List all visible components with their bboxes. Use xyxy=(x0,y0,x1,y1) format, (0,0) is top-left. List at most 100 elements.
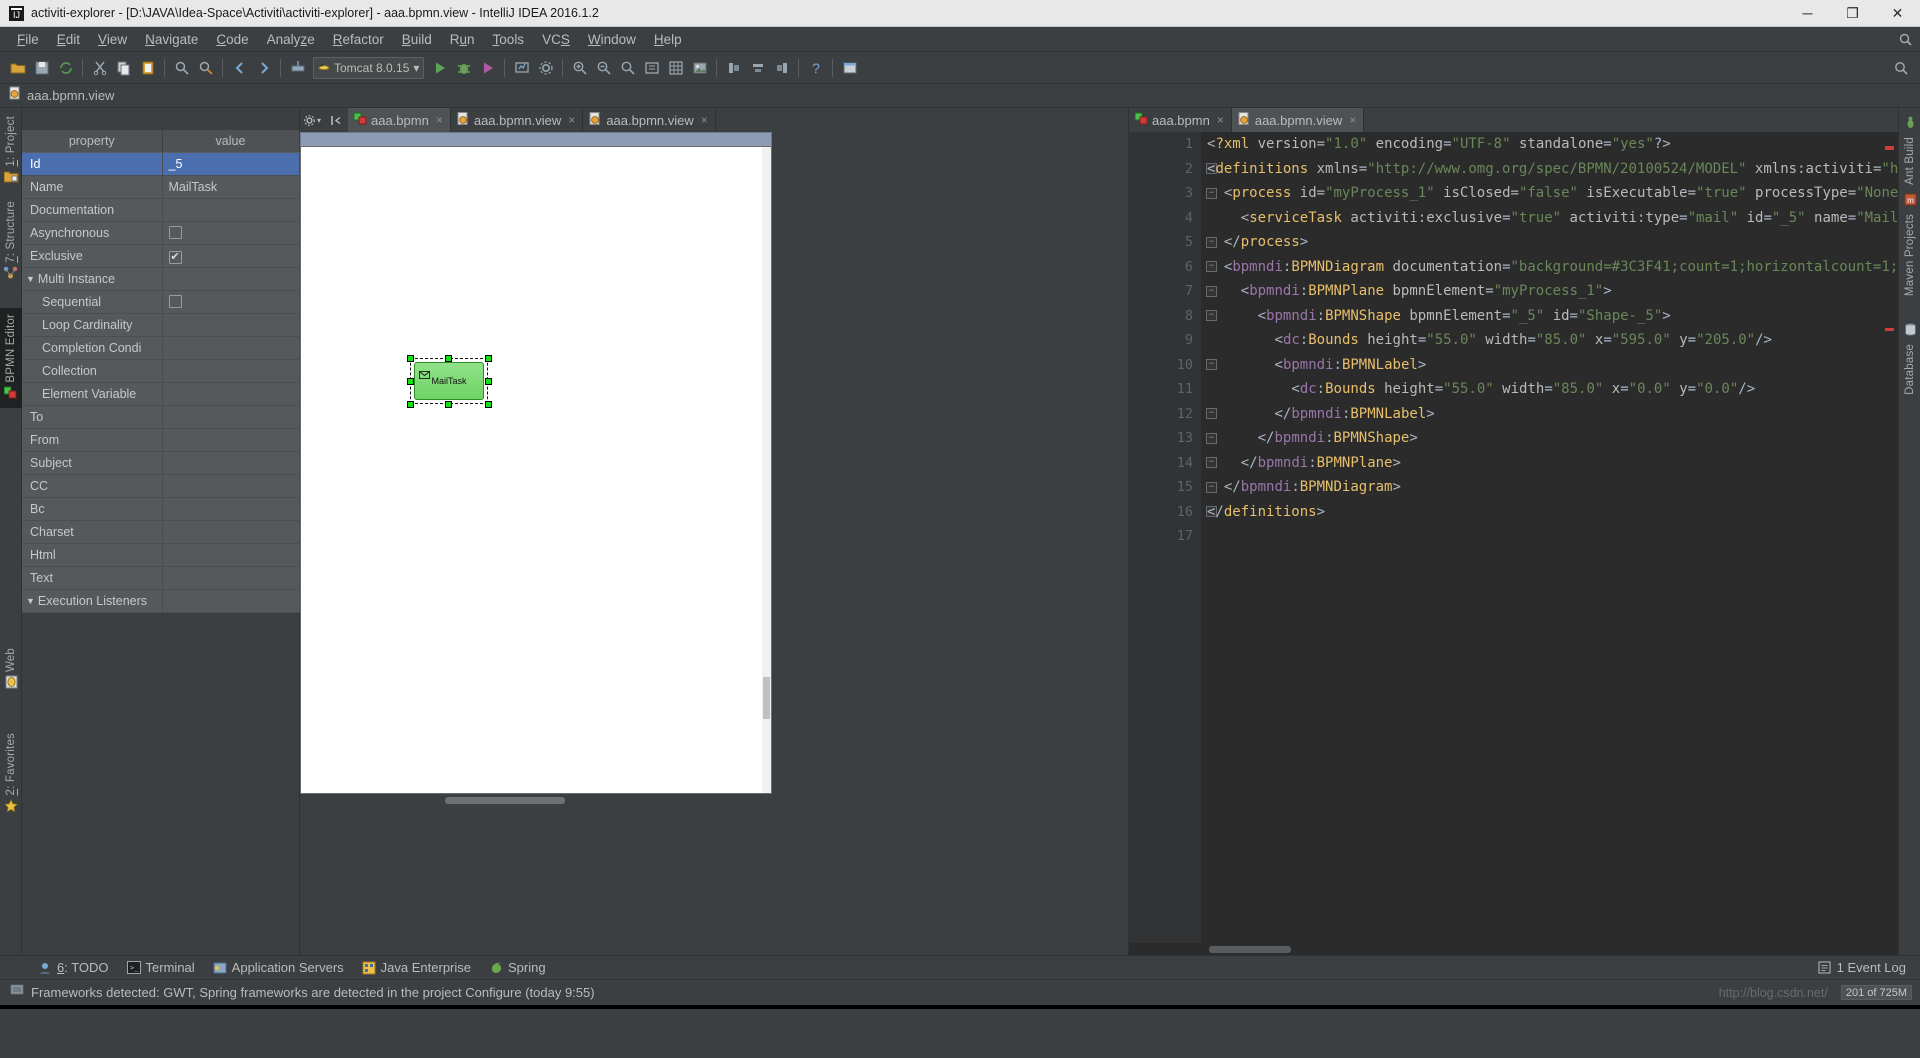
property-value-cell[interactable]: _5 xyxy=(162,152,299,175)
editor-tab[interactable]: aaa.bpmn× xyxy=(1129,108,1232,132)
property-value-cell[interactable] xyxy=(162,566,299,589)
resize-handle-e[interactable] xyxy=(485,378,492,385)
line-number[interactable]: 16− xyxy=(1129,500,1201,525)
sidebar-item-structure[interactable]: 7: Structure xyxy=(0,201,22,284)
line-number[interactable]: 9 xyxy=(1129,328,1201,353)
code-line[interactable]: <?xml version="1.0" encoding="UTF-8" sta… xyxy=(1201,132,1898,157)
canvas-vertical-scrollbar[interactable] xyxy=(762,147,771,793)
sidebar-item-maven-projects[interactable]: m Maven Projects xyxy=(1899,193,1920,296)
menu-analyze[interactable]: Analyze xyxy=(258,30,324,49)
collapse-panel-icon[interactable] xyxy=(324,108,348,132)
property-row[interactable]: Html xyxy=(22,543,299,566)
xml-horizontal-scroll-thumb[interactable] xyxy=(1209,946,1291,953)
status-message[interactable]: Frameworks detected: GWT, Spring framewo… xyxy=(31,985,595,1000)
breadcrumb-file-label[interactable]: aaa.bpmn.view xyxy=(27,88,114,103)
property-row[interactable]: ▼Multi Instance xyxy=(22,267,299,290)
attach-profiler-icon[interactable] xyxy=(510,56,533,80)
resize-handle-s[interactable] xyxy=(445,401,452,408)
line-number[interactable]: 2− xyxy=(1129,157,1201,182)
zoom-in-icon[interactable] xyxy=(568,56,591,80)
property-row[interactable]: ▼Execution Listeners xyxy=(22,589,299,612)
code-line[interactable]: </definitions> xyxy=(1201,500,1898,525)
line-number[interactable]: 17 xyxy=(1129,524,1201,549)
property-row[interactable]: From xyxy=(22,428,299,451)
memory-indicator[interactable]: 201 of 725M xyxy=(1841,985,1912,1000)
canvas-vertical-scroll-thumb[interactable] xyxy=(763,677,770,719)
fit-content-icon[interactable] xyxy=(640,56,663,80)
menu-refactor[interactable]: Refactor xyxy=(324,30,393,49)
run-configuration-selector[interactable]: Tomcat 8.0.15 ▾ xyxy=(313,57,424,79)
checkbox-sequential[interactable] xyxy=(169,295,182,308)
run-coverage-button[interactable] xyxy=(476,56,499,80)
settings-gear-icon[interactable]: ▾ xyxy=(300,108,324,132)
sync-refresh-icon[interactable] xyxy=(54,56,77,80)
sidebar-item-bpmn-editor[interactable]: BPMN Editor xyxy=(0,308,22,408)
canvas-horizontal-scroll-thumb[interactable] xyxy=(445,797,565,804)
minimize-button[interactable]: ─ xyxy=(1785,0,1830,27)
property-value-cell[interactable] xyxy=(162,313,299,336)
line-number[interactable]: 12− xyxy=(1129,402,1201,427)
line-number[interactable]: 7− xyxy=(1129,279,1201,304)
xml-code-area[interactable]: <?xml version="1.0" encoding="UTF-8" sta… xyxy=(1201,132,1898,943)
bpmn-canvas[interactable]: MailTask xyxy=(300,146,772,794)
menu-file[interactable]: File xyxy=(8,30,48,49)
code-line[interactable]: <bpmndi:BPMNDiagram documentation="backg… xyxy=(1201,255,1898,280)
sidebar-item-web[interactable]: Web xyxy=(0,648,22,694)
export-image-icon[interactable] xyxy=(688,56,711,80)
property-row[interactable]: Asynchronous xyxy=(22,221,299,244)
property-value-cell[interactable] xyxy=(162,543,299,566)
property-row[interactable]: Completion Condi xyxy=(22,336,299,359)
code-line[interactable]: </bpmndi:BPMNPlane> xyxy=(1201,451,1898,476)
run-button[interactable] xyxy=(428,56,451,80)
resize-handle-nw[interactable] xyxy=(407,355,414,362)
menu-tools[interactable]: Tools xyxy=(484,30,534,49)
code-line[interactable]: <dc:Bounds height="55.0" width="85.0" x=… xyxy=(1201,377,1898,402)
code-line[interactable]: <process id="myProcess_1" isClosed="fals… xyxy=(1201,181,1898,206)
property-value-cell[interactable] xyxy=(162,405,299,428)
align-right-icon[interactable] xyxy=(770,56,793,80)
resize-handle-sw[interactable] xyxy=(407,401,414,408)
save-all-icon[interactable] xyxy=(30,56,53,80)
expand-collapse-triangle-icon[interactable]: ▼ xyxy=(26,596,35,606)
property-value-cell[interactable] xyxy=(162,198,299,221)
find-icon[interactable] xyxy=(170,56,193,80)
zoom-actual-icon[interactable] xyxy=(616,56,639,80)
bottom-item-todo[interactable]: 6: TODO xyxy=(38,960,109,975)
code-line[interactable]: </process> xyxy=(1201,230,1898,255)
property-value-cell[interactable] xyxy=(162,474,299,497)
code-line[interactable]: <definitions xmlns="http://www.omg.org/s… xyxy=(1201,157,1898,182)
property-row[interactable]: Subject xyxy=(22,451,299,474)
menu-vcs[interactable]: VCS xyxy=(533,30,579,49)
compile-icon[interactable] xyxy=(286,56,309,80)
copy-icon[interactable] xyxy=(112,56,135,80)
menu-run[interactable]: Run xyxy=(441,30,484,49)
line-number[interactable]: 5− xyxy=(1129,230,1201,255)
bottom-item-terminal[interactable]: >_ Terminal xyxy=(127,960,195,975)
line-number[interactable]: 8− xyxy=(1129,304,1201,329)
property-value-cell[interactable] xyxy=(162,451,299,474)
line-number[interactable]: 11 xyxy=(1129,377,1201,402)
checkbox-asynchronous[interactable] xyxy=(169,226,182,239)
canvas-horizontal-scrollbar[interactable] xyxy=(300,794,772,806)
property-row[interactable]: Element Variable xyxy=(22,382,299,405)
code-line[interactable]: </bpmndi:BPMNDiagram> xyxy=(1201,475,1898,500)
line-number[interactable]: 14− xyxy=(1129,451,1201,476)
property-row[interactable]: Sequential xyxy=(22,290,299,313)
line-number-gutter[interactable]: 12−3−45−6−7−8−910−1112−13−14−15−16−17 xyxy=(1129,132,1201,943)
property-value-cell[interactable] xyxy=(162,221,299,244)
line-number[interactable]: 15− xyxy=(1129,475,1201,500)
editor-tab[interactable]: aaa.bpmn.view× xyxy=(1232,108,1364,132)
back-arrow-icon[interactable] xyxy=(228,56,251,80)
paste-icon[interactable] xyxy=(136,56,159,80)
line-number[interactable]: 6− xyxy=(1129,255,1201,280)
align-left-icon[interactable] xyxy=(722,56,745,80)
editor-tab[interactable]: aaa.bpmn.view× xyxy=(583,108,715,132)
property-value-cell[interactable] xyxy=(162,267,299,290)
resize-handle-ne[interactable] xyxy=(485,355,492,362)
property-value-cell[interactable] xyxy=(162,359,299,382)
close-icon[interactable]: × xyxy=(1349,113,1356,127)
property-value-cell[interactable]: MailTask xyxy=(162,175,299,198)
resize-handle-se[interactable] xyxy=(485,401,492,408)
error-stripe-marker-2[interactable] xyxy=(1885,328,1894,331)
code-line[interactable]: <bpmndi:BPMNShape bpmnElement="_5" id="S… xyxy=(1201,304,1898,329)
